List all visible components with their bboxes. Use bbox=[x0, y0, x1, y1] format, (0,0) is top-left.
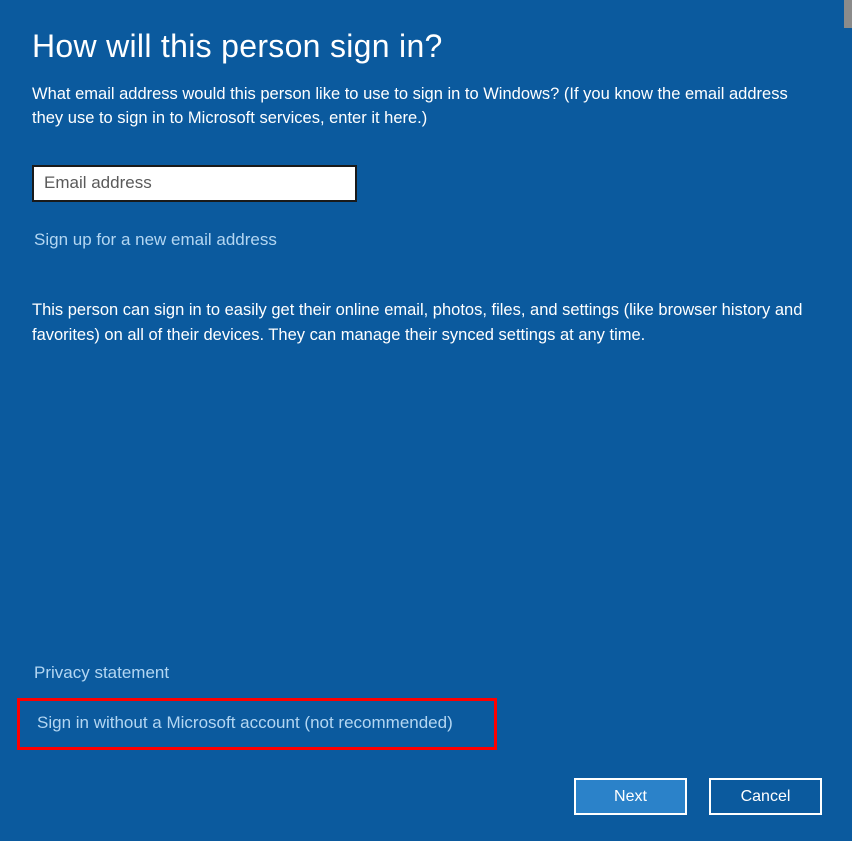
next-button[interactable]: Next bbox=[574, 778, 687, 815]
cancel-button[interactable]: Cancel bbox=[709, 778, 822, 815]
signup-email-link[interactable]: Sign up for a new email address bbox=[34, 230, 277, 250]
button-row: Next Cancel bbox=[574, 778, 822, 815]
privacy-statement-link[interactable]: Privacy statement bbox=[34, 663, 169, 682]
email-input[interactable] bbox=[32, 165, 357, 202]
scrollbar-thumb[interactable] bbox=[844, 0, 852, 28]
description-text: This person can sign in to easily get th… bbox=[32, 298, 820, 348]
sign-in-without-account-link[interactable]: Sign in without a Microsoft account (not… bbox=[37, 713, 453, 732]
dialog-content: How will this person sign in? What email… bbox=[0, 0, 852, 347]
highlighted-option: Sign in without a Microsoft account (not… bbox=[17, 698, 497, 750]
page-title: How will this person sign in? bbox=[32, 28, 820, 65]
page-subtitle: What email address would this person lik… bbox=[32, 83, 820, 131]
